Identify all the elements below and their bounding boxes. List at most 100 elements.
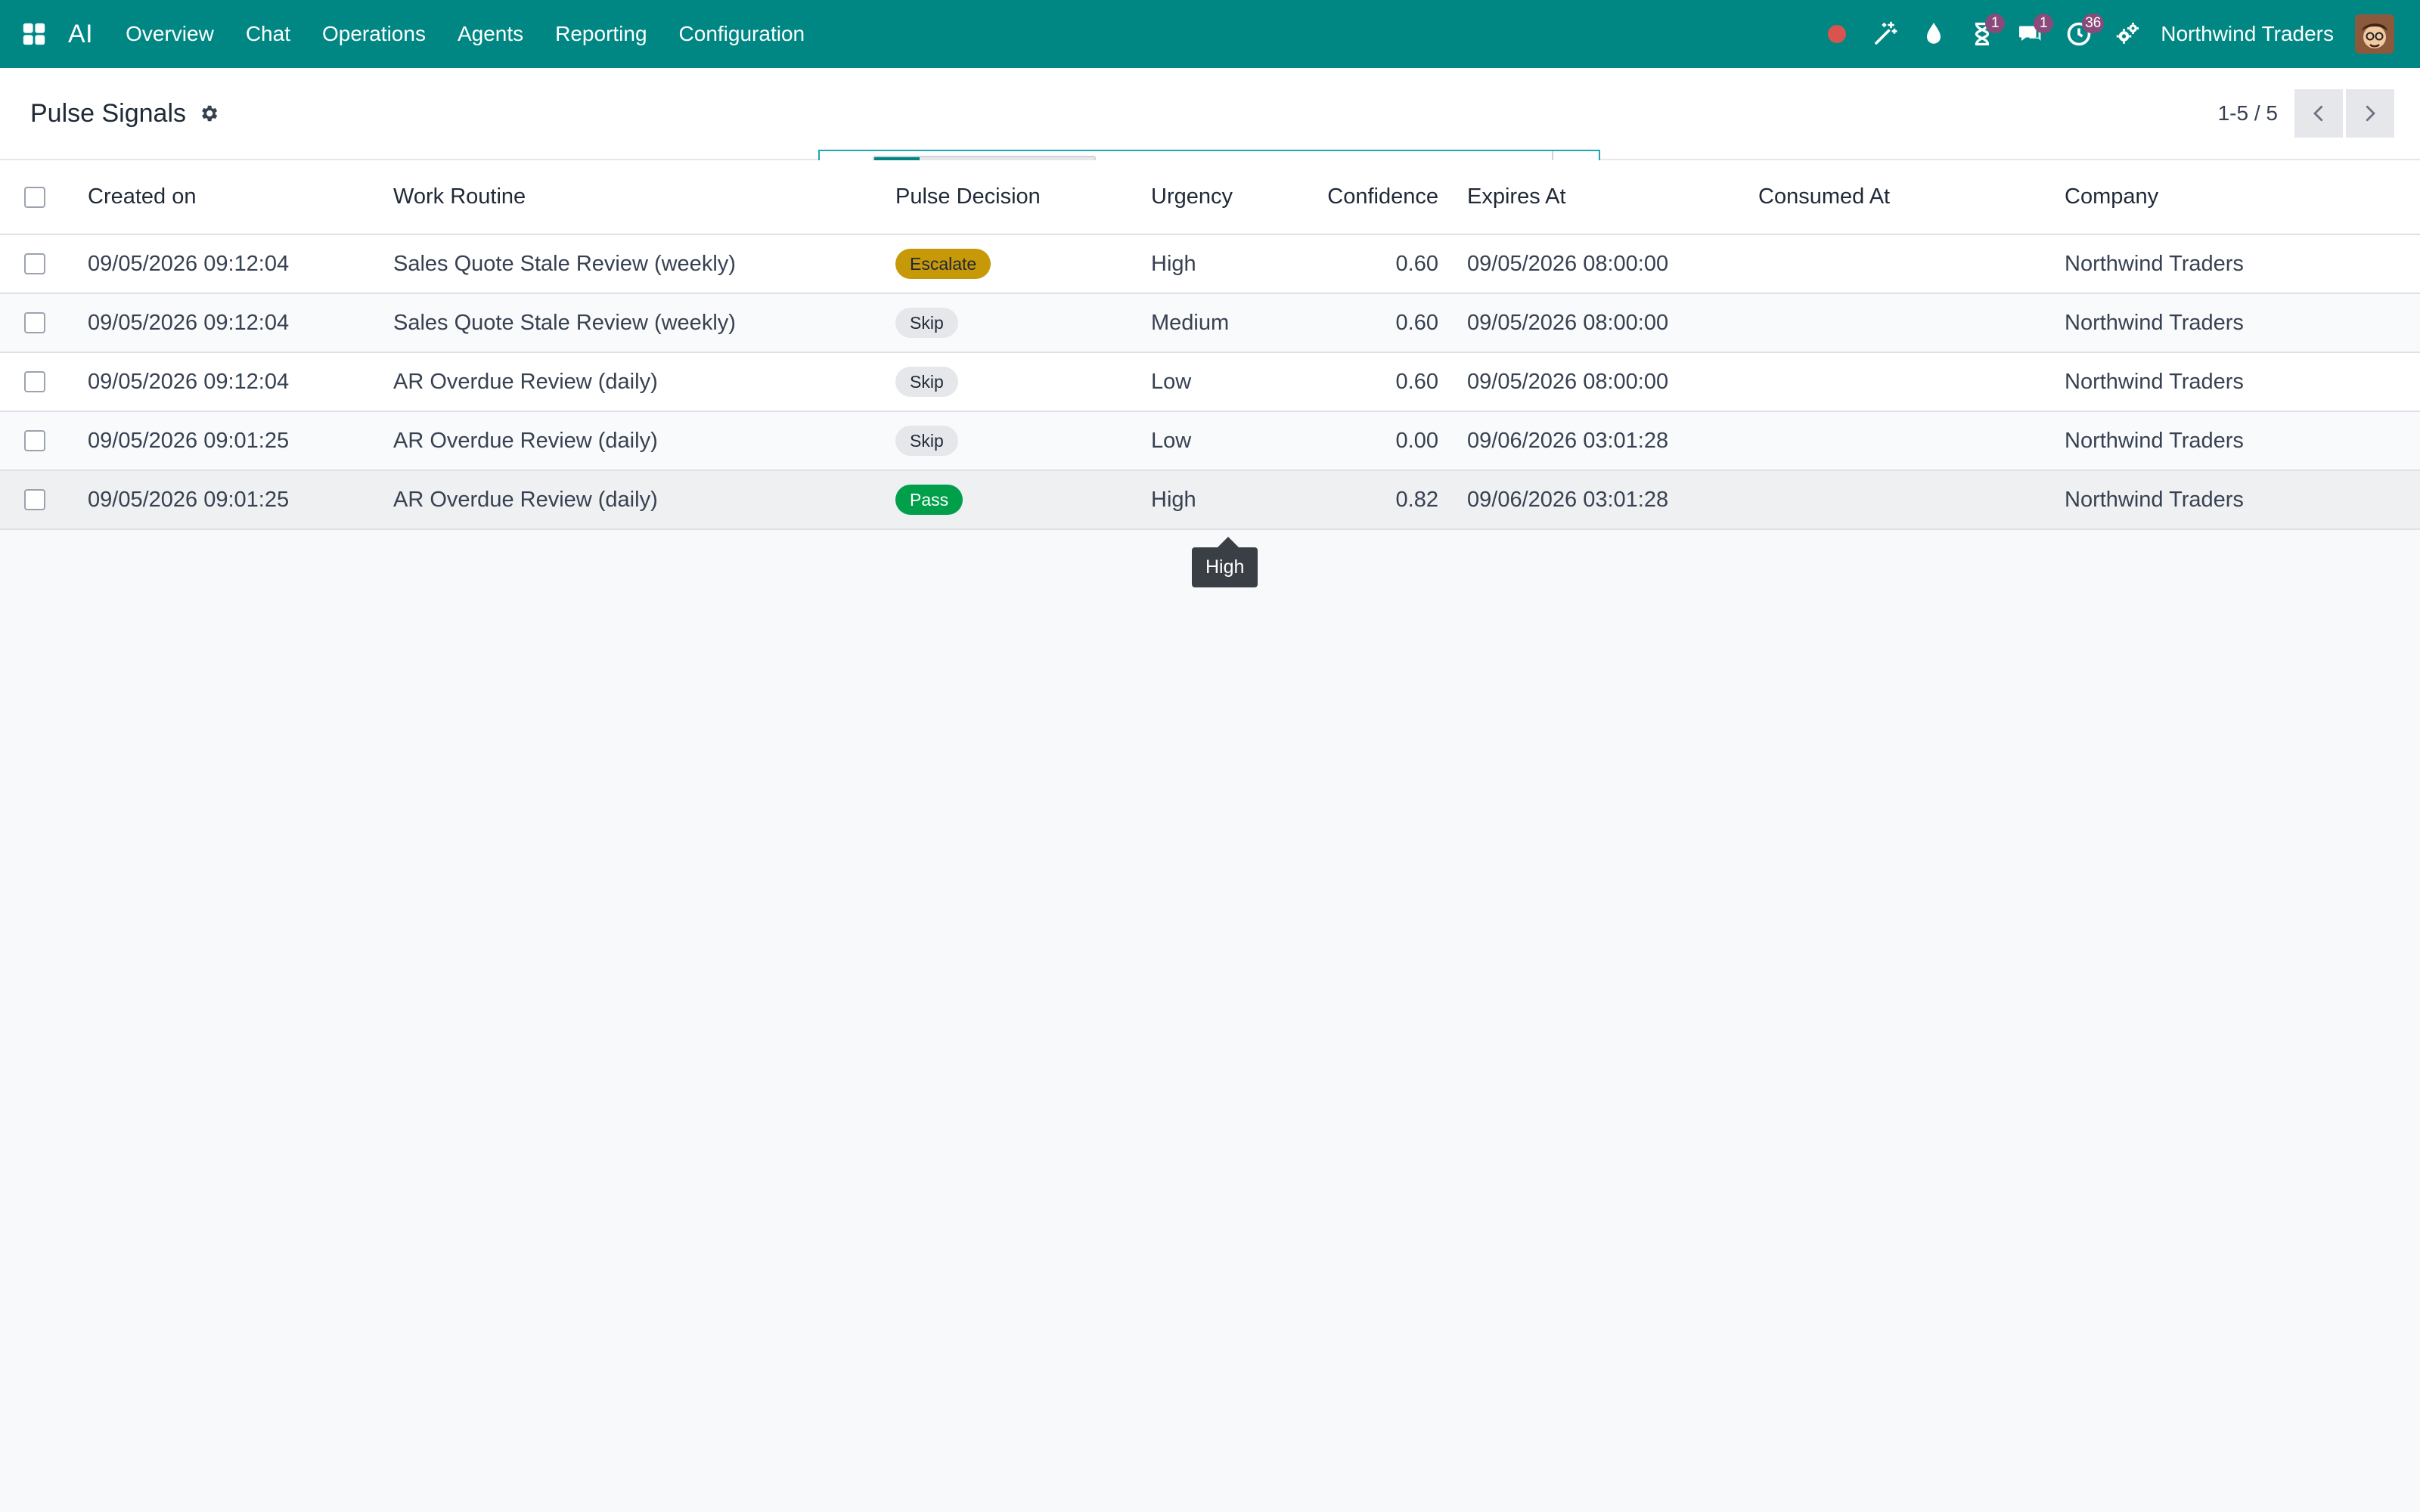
cell-expires-at: 09/05/2026 08:00:00 xyxy=(1467,310,1669,335)
row-checkbox[interactable] xyxy=(24,430,45,451)
tooltip-text: High xyxy=(1192,547,1258,587)
table-row[interactable]: 09/05/2026 09:12:04 Sales Quote Stale Re… xyxy=(0,293,2420,352)
column-header-urgency[interactable]: Urgency xyxy=(1151,160,1308,234)
column-header-pulse-decision[interactable]: Pulse Decision xyxy=(895,160,1151,234)
cell-pulse-decision: Skip xyxy=(895,352,1151,411)
activities-button[interactable]: 1 xyxy=(1958,0,2006,68)
column-header-created-on[interactable]: Created on xyxy=(88,160,393,234)
cell-expires-at: 09/05/2026 08:00:00 xyxy=(1467,369,1669,394)
menu-item-agents[interactable]: Agents xyxy=(442,0,539,68)
cell-urgency: Low xyxy=(1151,369,1192,394)
cell-work-routine: Sales Quote Stale Review (weekly) xyxy=(393,310,736,335)
cell-created-on: 09/05/2026 09:12:04 xyxy=(88,251,290,276)
cell-spacer xyxy=(1452,234,1467,293)
chevron-left-icon xyxy=(2313,105,2323,122)
cell-created-on: 09/05/2026 09:12:04 xyxy=(88,310,290,335)
decision-badge: Pass xyxy=(895,485,963,515)
pager-next-button[interactable] xyxy=(2346,89,2394,138)
menu-item-reporting[interactable]: Reporting xyxy=(539,0,662,68)
cogs-icon xyxy=(2116,23,2139,44)
cell-confidence: 0.60 xyxy=(1395,251,1438,276)
systray: 1 1 36 Northwind Traders xyxy=(1813,0,2420,68)
column-header-company[interactable]: Company xyxy=(2065,160,2420,234)
cell-created-on: 09/05/2026 09:01:25 xyxy=(88,487,290,512)
cell-urgency: Low xyxy=(1151,428,1192,453)
table-row[interactable]: 09/05/2026 09:12:04 AR Overdue Review (d… xyxy=(0,352,2420,411)
tooltip-arrow xyxy=(1218,537,1239,547)
decision-badge: Skip xyxy=(895,426,958,456)
column-header-expires-at[interactable]: Expires At xyxy=(1467,160,1758,234)
decision-badge: Skip xyxy=(895,308,958,338)
table-row[interactable]: 09/05/2026 09:01:25 AR Overdue Review (d… xyxy=(0,411,2420,470)
cell-expires-at: 09/05/2026 08:00:00 xyxy=(1467,251,1669,276)
row-checkbox[interactable] xyxy=(24,489,45,510)
magic-wand-icon xyxy=(1875,21,1897,45)
row-select-cell xyxy=(0,293,88,352)
record-dot-icon xyxy=(1828,25,1847,43)
cell-created-on: 09/05/2026 09:01:25 xyxy=(88,428,290,453)
decision-badge: Escalate xyxy=(895,249,991,279)
row-select-cell xyxy=(0,470,88,529)
column-header-consumed-at[interactable]: Consumed At xyxy=(1758,160,2065,234)
water-drop-icon xyxy=(1927,23,1941,44)
list-view: Created on Work Routine Pulse Decision U… xyxy=(0,160,2420,530)
messages-button[interactable]: 1 xyxy=(2006,0,2055,68)
cell-urgency: High xyxy=(1151,251,1196,276)
company-name[interactable]: Northwind Traders xyxy=(2161,22,2334,46)
cell-spacer xyxy=(1452,352,1467,411)
menu-item-operations[interactable]: Operations xyxy=(306,0,442,68)
select-all-checkbox[interactable] xyxy=(24,186,45,208)
cell-urgency: High xyxy=(1151,487,1196,512)
app-name[interactable]: AI xyxy=(68,20,93,49)
drop-button[interactable] xyxy=(1910,0,1958,68)
column-header-work-routine[interactable]: Work Routine xyxy=(393,160,895,234)
pager-value[interactable]: 1-5 / 5 xyxy=(2218,101,2278,125)
actions-gear-icon[interactable] xyxy=(198,102,221,125)
cell-company: Northwind Traders xyxy=(2065,251,2244,276)
select-all-cell xyxy=(0,160,88,234)
column-header-confidence[interactable]: Confidence xyxy=(1308,160,1452,234)
cell-spacer xyxy=(1452,411,1467,470)
clock-count-badge: 36 xyxy=(2082,14,2105,33)
row-checkbox[interactable] xyxy=(24,253,45,274)
row-checkbox[interactable] xyxy=(24,312,45,333)
cell-confidence: 0.82 xyxy=(1395,487,1438,512)
table-row[interactable]: 09/05/2026 09:12:04 Sales Quote Stale Re… xyxy=(0,234,2420,293)
cell-work-routine: AR Overdue Review (daily) xyxy=(393,428,658,453)
cell-confidence: 0.60 xyxy=(1395,310,1438,335)
row-select-cell xyxy=(0,352,88,411)
cell-work-routine: AR Overdue Review (daily) xyxy=(393,487,658,512)
company-switch-button[interactable] xyxy=(2103,0,2152,68)
cell-spacer xyxy=(1452,293,1467,352)
cell-pulse-decision: Escalate xyxy=(895,234,1151,293)
decision-badge: Skip xyxy=(895,367,958,397)
app-menu-grid-icon[interactable] xyxy=(0,0,68,68)
magic-wand-button[interactable] xyxy=(1861,0,1910,68)
urgency-tooltip: High xyxy=(1192,537,1258,587)
breadcrumb: Pulse Signals xyxy=(30,68,221,159)
row-select-cell xyxy=(0,411,88,470)
cell-work-routine: Sales Quote Stale Review (weekly) xyxy=(393,251,736,276)
user-avatar[interactable] xyxy=(2355,14,2394,54)
records-table: Created on Work Routine Pulse Decision U… xyxy=(0,160,2420,530)
cell-pulse-decision: Skip xyxy=(895,293,1151,352)
chevron-right-icon xyxy=(2366,105,2375,122)
cell-spacer xyxy=(1452,470,1467,529)
table-header-row: Created on Work Routine Pulse Decision U… xyxy=(0,160,2420,234)
cell-consumed-at xyxy=(1758,411,2065,470)
record-button[interactable] xyxy=(1813,0,1861,68)
cell-urgency: Medium xyxy=(1151,310,1230,335)
cell-pulse-decision: Pass xyxy=(895,470,1151,529)
cell-company: Northwind Traders xyxy=(2065,310,2244,335)
clock-button[interactable]: 36 xyxy=(2055,0,2105,68)
pager-previous-button[interactable] xyxy=(2294,89,2343,138)
top-navbar: AI Overview Chat Operations Agents Repor… xyxy=(0,0,2420,68)
cell-expires-at: 09/06/2026 03:01:28 xyxy=(1467,487,1669,512)
table-row[interactable]: 09/05/2026 09:01:25 AR Overdue Review (d… xyxy=(0,470,2420,529)
menu-item-overview[interactable]: Overview xyxy=(110,0,230,68)
menu-item-chat[interactable]: Chat xyxy=(230,0,306,68)
cell-pulse-decision: Skip xyxy=(895,411,1151,470)
row-checkbox[interactable] xyxy=(24,371,45,392)
menu-item-configuration[interactable]: Configuration xyxy=(663,0,821,68)
cell-consumed-at xyxy=(1758,470,2065,529)
